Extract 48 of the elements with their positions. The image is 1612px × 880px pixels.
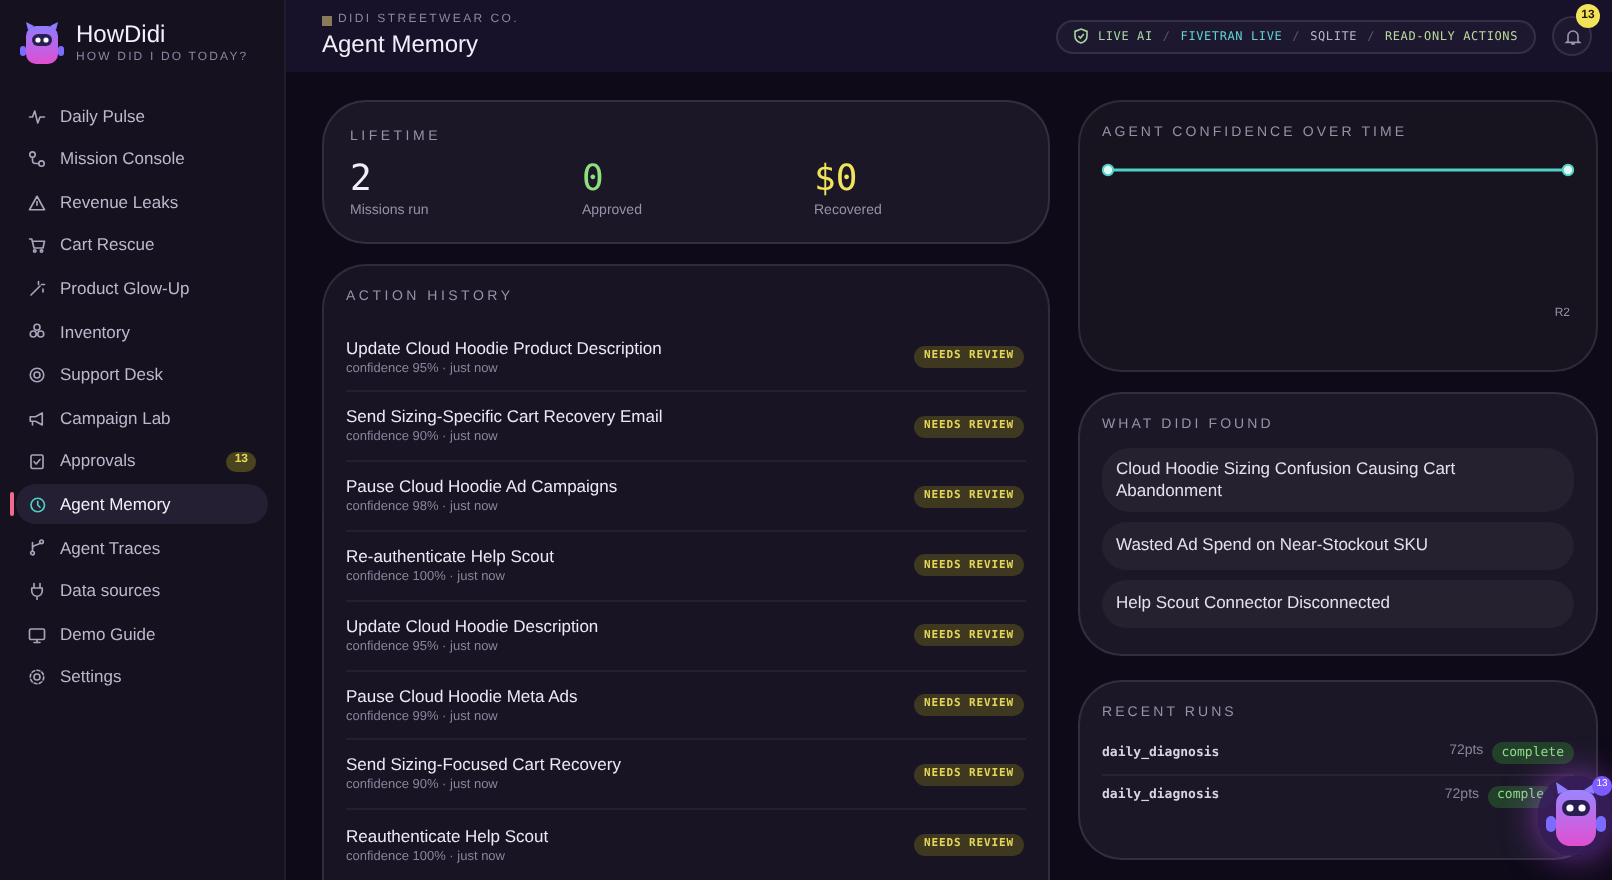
- brand-name: HowDidi: [76, 20, 168, 51]
- settings-icon: [28, 668, 46, 687]
- notifications-button[interactable]: [1552, 16, 1592, 56]
- active-indicator: [10, 492, 14, 517]
- action-title: Send Sizing-Focused Cart Recovery: [346, 754, 621, 777]
- action-title: Update Cloud Hoodie Product Description: [346, 337, 662, 360]
- action-title: Update Cloud Hoodie Description: [346, 615, 599, 638]
- action-title: Re-authenticate Help Scout: [346, 545, 554, 568]
- lifebuoy-icon: [28, 366, 46, 385]
- route-icon: [28, 150, 46, 169]
- clipboard-check-icon: [28, 452, 46, 471]
- robot-mascot-icon[interactable]: [1545, 782, 1605, 850]
- action-title: Reauthenticate Help Scout: [346, 825, 549, 848]
- stat-value: $0: [814, 157, 860, 201]
- nav-item[interactable]: Agent Traces: [16, 527, 268, 568]
- nav-item[interactable]: Daily Pulse: [16, 96, 268, 136]
- monitor-icon: [28, 625, 46, 644]
- nav-item[interactable]: Data sources: [16, 571, 268, 612]
- finding-item: Cloud Hoodie Sizing Confusion Causing Cart Abandonment: [1102, 447, 1574, 511]
- megaphone-icon: [28, 409, 46, 428]
- history-icon: [28, 495, 46, 514]
- pulse-icon: [28, 107, 46, 125]
- nav-item[interactable]: Mission Console: [16, 139, 268, 180]
- nav-item[interactable]: Demo Guide: [16, 614, 268, 655]
- plug-icon: [28, 582, 46, 601]
- branch-icon: [28, 538, 46, 557]
- boxes-icon: [28, 322, 46, 341]
- cart-icon: [28, 236, 46, 255]
- action-title: Send Sizing-Specific Cart Recovery Email: [346, 406, 663, 429]
- action-title: Pause Cloud Hoodie Meta Ads: [346, 685, 578, 707]
- nav-item[interactable]: Campaign Lab: [16, 398, 268, 439]
- shield-icon: [1073, 28, 1088, 44]
- nav-item[interactable]: Support Desk: [16, 355, 268, 396]
- finding-item: Wasted Ad Spend on Near-Stockout SKU: [1102, 521, 1574, 569]
- finding-item: Help Scout Connector Disconnected: [1102, 579, 1574, 627]
- nav-item[interactable]: Revenue Leaks: [16, 182, 268, 223]
- stat-value: 0: [582, 157, 606, 201]
- bell-icon: [1563, 27, 1581, 45]
- action-title: Pause Cloud Hoodie Ad Campaigns: [346, 476, 618, 499]
- warning-icon: [28, 193, 46, 212]
- nav-item[interactable]: Cart Rescue: [16, 225, 268, 266]
- nav-item[interactable]: Product Glow-Up: [16, 268, 268, 309]
- nav-item[interactable]: Settings: [16, 657, 268, 698]
- stat-value: 2: [350, 157, 374, 201]
- page-title: Agent Memory: [322, 29, 481, 59]
- robot-logo-icon: [20, 20, 64, 68]
- nav-item[interactable]: Agent Memory: [16, 484, 268, 525]
- nav-item[interactable]: Inventory: [16, 311, 268, 352]
